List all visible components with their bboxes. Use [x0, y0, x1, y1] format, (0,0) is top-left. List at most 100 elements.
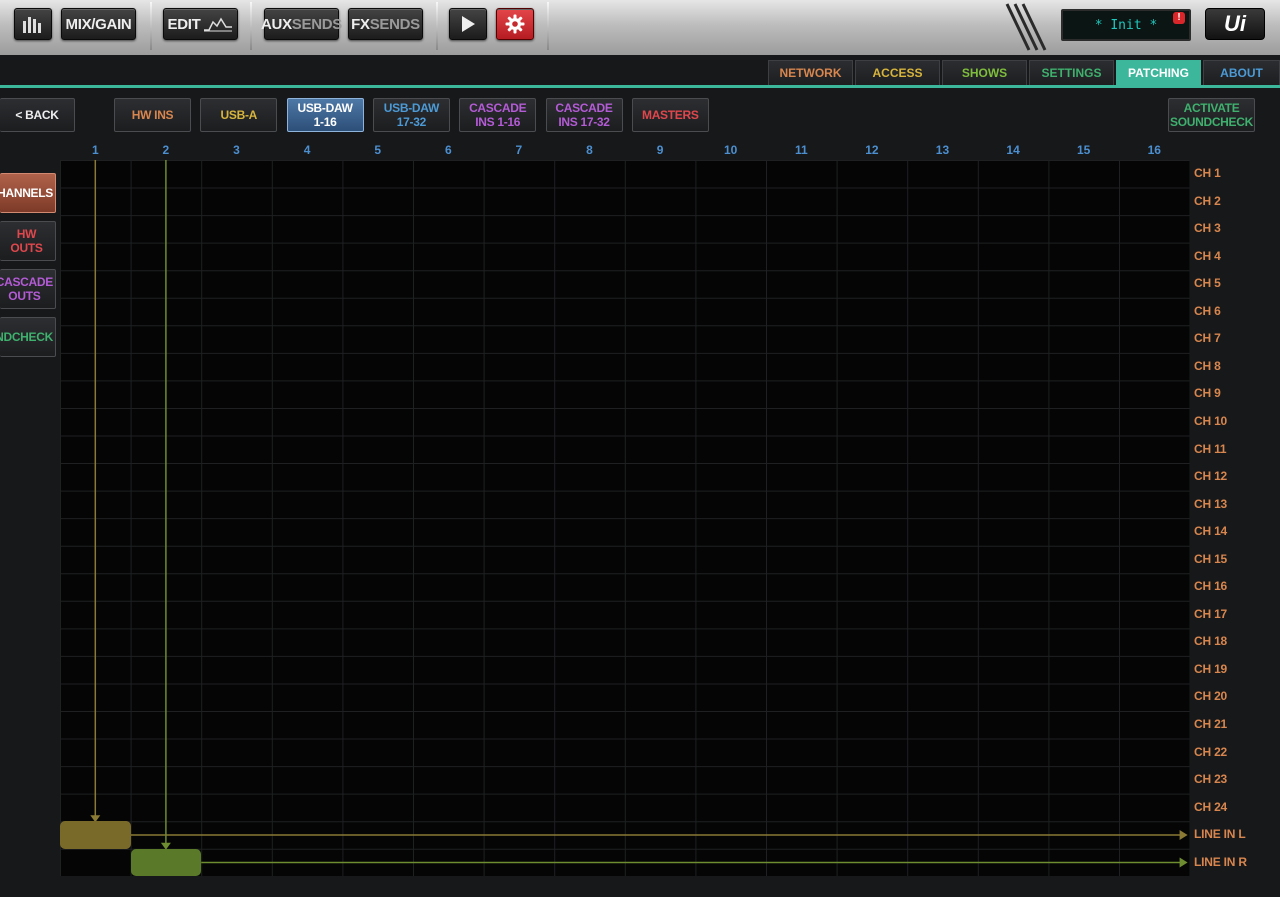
column-number: 12 — [865, 143, 879, 157]
row-label: CH 3 — [1194, 221, 1221, 236]
column-number: 10 — [724, 143, 738, 157]
source-label-line1: USB-DAW — [383, 101, 440, 115]
tab-access[interactable]: ACCESS — [855, 60, 940, 85]
toolbar-divider — [250, 2, 252, 50]
patch-grid[interactable] — [60, 160, 1191, 878]
row-label: CH 9 — [1194, 386, 1221, 401]
source-label: USB-DAW 1-16 — [297, 101, 353, 129]
patch-point[interactable] — [60, 821, 131, 849]
row-label: CH 2 — [1194, 193, 1221, 208]
row-label: CH 13 — [1194, 496, 1228, 511]
source-button-usb-daw-17-32[interactable]: USB-DAW 17-32 — [372, 98, 450, 132]
row-label: CH 1 — [1194, 166, 1221, 180]
fx-sends-main-label: FX — [351, 15, 370, 33]
toolbar-divider — [150, 2, 152, 50]
source-label: USB-DAW 17-32 — [383, 101, 440, 129]
row-label: LINE IN R — [1194, 854, 1247, 869]
activate-soundcheck-label: ACTIVATE SOUNDCHECK — [1170, 101, 1253, 129]
tab-label: SHOWS — [961, 66, 1008, 80]
tab-label: ACCESS — [872, 66, 923, 80]
destination-label: CASCADE OUTS — [0, 275, 53, 303]
destination-label-line1: HANNELS — [0, 186, 53, 200]
row-label: CH 21 — [1194, 717, 1228, 731]
tab-settings[interactable]: SETTINGS — [1029, 60, 1114, 85]
column-number: 9 — [656, 143, 664, 157]
activate-soundcheck-line1: ACTIVATE — [1183, 101, 1240, 115]
row-label: CH 5 — [1194, 276, 1221, 291]
source-button-cascade-ins-1-16[interactable]: CASCADE INS 1-16 — [459, 98, 537, 132]
source-label-line1: HW INS — [131, 108, 174, 122]
source-button-hw-ins[interactable]: HW INS — [114, 98, 191, 132]
tab-label: ABOUT — [1220, 66, 1263, 80]
destination-label: OUNDCHECK — [0, 330, 53, 344]
toolbar-divider — [436, 2, 438, 50]
show-status-display[interactable]: * Init * ! — [1061, 9, 1191, 41]
tab-shows[interactable]: SHOWS — [942, 60, 1027, 85]
row-label: CH 17 — [1194, 606, 1228, 621]
row-label: CH 6 — [1194, 303, 1221, 318]
column-number: 14 — [1006, 143, 1020, 157]
destination-button-hw-outs[interactable]: HW OUTS — [0, 221, 56, 261]
settings-button[interactable] — [496, 8, 534, 40]
column-number: 13 — [935, 143, 950, 157]
source-label-line1: CASCADE — [469, 101, 527, 115]
top-toolbar: MIX/GAIN EDIT AUX SENDS FX SENDS * Init … — [0, 0, 1280, 56]
row-label: CH 8 — [1194, 358, 1221, 373]
destination-button-oundcheck[interactable]: OUNDCHECK — [0, 317, 56, 357]
mix-gain-button[interactable]: MIX/GAIN — [61, 8, 136, 40]
tab-underline — [0, 85, 1280, 88]
row-label: CH 19 — [1194, 661, 1228, 676]
back-label: < BACK — [15, 108, 59, 122]
fx-sends-sub-label: SENDS — [369, 15, 420, 33]
activate-soundcheck-button[interactable]: ACTIVATE SOUNDCHECK — [1168, 98, 1255, 132]
aux-sends-button[interactable]: AUX SENDS — [261, 8, 342, 40]
row-label: LINE IN L — [1194, 827, 1246, 842]
source-label: CASCADE INS 1-16 — [469, 101, 527, 129]
column-number: 1 — [91, 143, 99, 157]
column-number: 3 — [233, 143, 240, 157]
destination-button-hannels[interactable]: HANNELS — [0, 173, 56, 213]
column-number: 2 — [162, 143, 170, 157]
back-button[interactable]: < BACK — [0, 98, 75, 132]
show-status-text: * Init * — [1094, 17, 1158, 33]
source-label-line2: INS 1-16 — [475, 115, 521, 129]
source-button-usb-a[interactable]: USB-A — [200, 98, 278, 132]
column-number: 15 — [1077, 143, 1091, 157]
tab-patching[interactable]: PATCHING — [1116, 60, 1201, 85]
source-label-line1: USB-DAW — [297, 101, 353, 115]
patch-point[interactable] — [130, 848, 202, 877]
source-button-masters[interactable]: MASTERS — [631, 98, 709, 132]
destination-label: HW OUTS — [0, 227, 53, 255]
source-label-line2: 17-32 — [396, 115, 427, 129]
source-label: HW INS — [132, 108, 174, 122]
edit-button[interactable]: EDIT — [163, 8, 238, 40]
gear-icon — [505, 14, 525, 34]
column-number: 6 — [444, 143, 452, 157]
activate-soundcheck-line2: SOUNDCHECK — [1169, 115, 1253, 129]
source-label: USB-A — [221, 108, 258, 122]
meters-icon — [23, 17, 41, 33]
source-button-cascade-ins-17-32[interactable]: CASCADE INS 17-32 — [545, 98, 623, 132]
column-number: 16 — [1147, 143, 1161, 157]
tab-about[interactable]: ABOUT — [1203, 60, 1280, 85]
source-button-usb-daw-1-16[interactable]: USB-DAW 1-16 — [286, 98, 364, 132]
aux-sends-main-label: AUX — [261, 15, 292, 33]
row-label: CH 14 — [1194, 524, 1228, 539]
row-label: CH 18 — [1194, 634, 1228, 649]
tab-label: NETWORK — [779, 66, 842, 80]
column-number: 7 — [515, 143, 523, 157]
column-number: 8 — [586, 143, 593, 157]
play-button[interactable] — [449, 8, 487, 40]
fx-sends-button[interactable]: FX SENDS — [348, 8, 423, 40]
play-icon — [462, 16, 475, 32]
column-number: 4 — [303, 143, 311, 157]
ui-logo[interactable]: Ui — [1205, 8, 1265, 40]
meters-button[interactable] — [14, 8, 52, 40]
row-label: CH 15 — [1194, 551, 1228, 566]
destination-button-cascade-outs[interactable]: CASCADE OUTS — [0, 269, 56, 309]
tab-network[interactable]: NETWORK — [768, 60, 853, 85]
destination-label-line1: HW OUTS — [10, 227, 43, 255]
destination-label: HANNELS — [0, 186, 53, 200]
destination-label-line1: CASCADE — [0, 275, 53, 289]
destination-label-line1: OUNDCHECK — [0, 330, 53, 344]
